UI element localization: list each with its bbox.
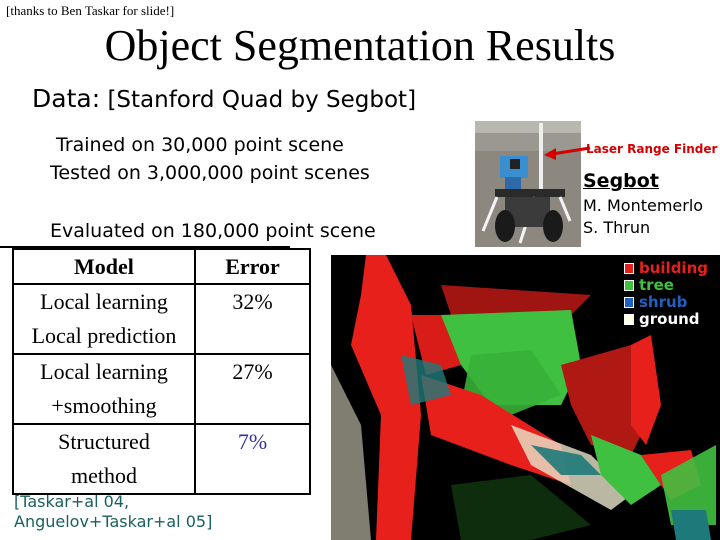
legend-label: tree xyxy=(639,276,674,294)
error-cell: 27% xyxy=(194,353,311,425)
legend: building tree shrub ground xyxy=(624,260,708,328)
model-line: method xyxy=(71,463,137,488)
citation: [Taskar+al 04, Anguelov+Taskar+al 05] xyxy=(14,492,212,532)
legend-label: building xyxy=(639,259,708,277)
citation-line: Anguelov+Taskar+al 05] xyxy=(14,512,213,531)
legend-swatch xyxy=(624,314,634,325)
table-row: Local learning Local prediction 32% xyxy=(12,283,311,355)
trained-text: Trained on 30,000 point scene xyxy=(56,134,344,156)
slide-credit: [thanks to Ben Taskar for slide!] xyxy=(6,3,175,18)
model-line: Local learning xyxy=(40,359,168,384)
table-header-row: Model Error xyxy=(12,248,311,285)
author-name: S. Thrun xyxy=(583,218,651,237)
data-line: Data: [Stanford Quad by Segbot] xyxy=(32,84,416,113)
data-label: Data: xyxy=(32,84,101,113)
results-table: Model Error Local learning Local predict… xyxy=(12,248,311,495)
model-line: Local learning xyxy=(40,289,168,314)
segmentation-result-image: building tree shrub ground xyxy=(331,255,720,540)
legend-label: shrub xyxy=(639,293,688,311)
model-line: Local prediction xyxy=(31,323,177,348)
model-line: Structured xyxy=(58,429,150,454)
table-row: Local learning +smoothing 27% xyxy=(12,353,311,425)
legend-swatch xyxy=(624,280,634,291)
model-cell: Local learning Local prediction xyxy=(12,283,196,355)
tested-text: Tested on 3,000,000 point scenes xyxy=(50,162,370,184)
header-model: Model xyxy=(12,248,196,285)
data-value: [Stanford Quad by Segbot] xyxy=(107,87,417,113)
header-error: Error xyxy=(194,248,311,285)
legend-item-building: building xyxy=(624,260,708,277)
evaluated-text: Evaluated on 180,000 point scene xyxy=(50,220,376,242)
robot-name: Segbot xyxy=(583,170,659,192)
citation-line: [Taskar+al 04, xyxy=(14,492,130,511)
legend-item-shrub: shrub xyxy=(624,294,708,311)
legend-item-ground: ground xyxy=(624,311,708,328)
legend-swatch xyxy=(624,263,634,274)
model-line: +smoothing xyxy=(51,393,157,418)
legend-label: ground xyxy=(639,310,700,328)
error-cell: 32% xyxy=(194,283,311,355)
table-row: Structured method 7% xyxy=(12,423,311,495)
model-cell: Local learning +smoothing xyxy=(12,353,196,425)
model-cell: Structured method xyxy=(12,423,196,495)
slide-title: Object Segmentation Results xyxy=(104,21,616,70)
error-cell-highlight: 7% xyxy=(194,423,311,495)
legend-swatch xyxy=(624,297,634,308)
laser-range-finder-label: Laser Range Finder xyxy=(586,142,718,156)
legend-item-tree: tree xyxy=(624,277,708,294)
author-name: M. Montemerlo xyxy=(583,196,704,215)
arrow-icon xyxy=(544,146,591,160)
